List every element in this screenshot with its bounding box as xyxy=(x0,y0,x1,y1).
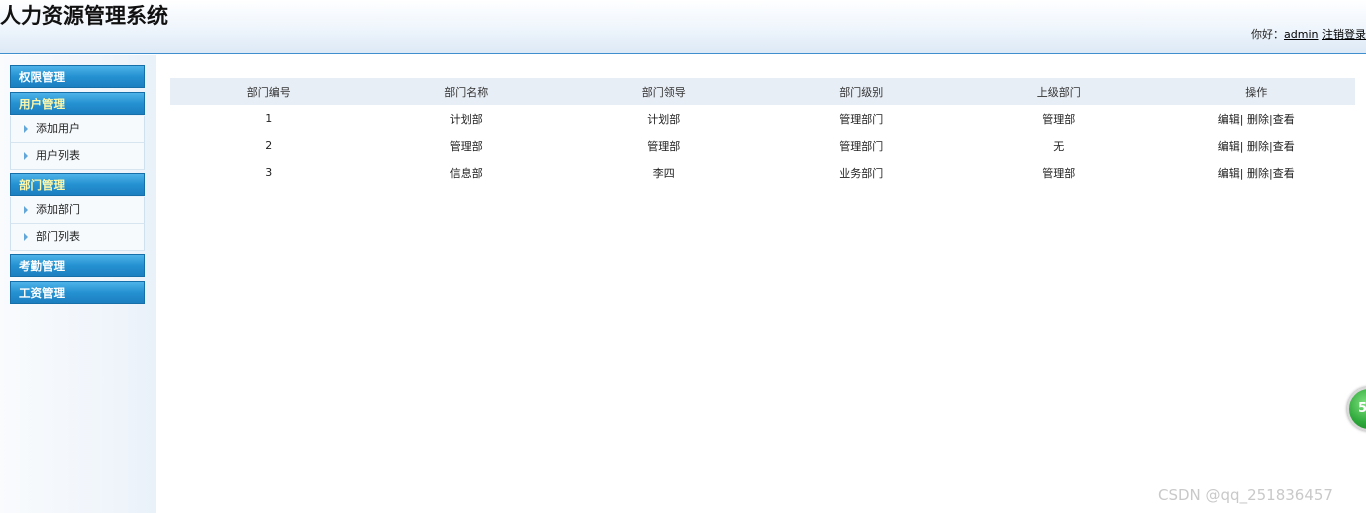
view-link[interactable]: 查看 xyxy=(1273,113,1295,126)
cell-parent: 管理部 xyxy=(1042,112,1076,126)
logout-link[interactable]: 注销登录 xyxy=(1322,28,1366,41)
view-link[interactable]: 查看 xyxy=(1273,140,1295,153)
cell-parent: 管理部 xyxy=(1042,166,1076,180)
menu-item-label: 部门列表 xyxy=(36,230,80,243)
delete-link[interactable]: 删除| xyxy=(1247,167,1273,180)
cell-leader: 管理部 xyxy=(647,139,681,153)
arrow-right-icon xyxy=(24,233,28,241)
cell-id: 3 xyxy=(265,166,273,179)
edit-link[interactable]: 编辑| xyxy=(1218,113,1244,126)
col-header-actions: 操作 xyxy=(1245,85,1268,99)
menu-item-department-list[interactable]: 部门列表 xyxy=(10,224,145,251)
table-header-row: 部门编号 部门名称 部门领导 部门级别 上级部门 操作 xyxy=(170,78,1355,105)
cell-name: 管理部 xyxy=(449,139,483,153)
col-header-name: 部门名称 xyxy=(444,85,489,99)
menu-group-attendance[interactable]: 考勤管理 xyxy=(10,254,145,277)
main-content: 部门编号 部门名称 部门领导 部门级别 上级部门 操作 1 计划部 计划部 管理… xyxy=(170,78,1355,186)
greeting-label: 你好： xyxy=(1251,28,1285,41)
menu-item-label: 添加部门 xyxy=(36,203,80,216)
table-row: 1 计划部 计划部 管理部门 管理部 编辑| 删除|查看 xyxy=(170,105,1355,132)
cell-level: 管理部门 xyxy=(839,112,884,126)
delete-link[interactable]: 删除| xyxy=(1247,113,1273,126)
cell-id: 2 xyxy=(265,139,273,152)
view-link[interactable]: 查看 xyxy=(1273,167,1295,180)
menu-item-user-list[interactable]: 用户列表 xyxy=(10,143,145,170)
watermark: CSDN @qq_251836457 xyxy=(1158,486,1333,504)
cell-leader: 计划部 xyxy=(647,112,681,126)
menu-item-label: 用户列表 xyxy=(36,149,80,162)
cell-id: 1 xyxy=(265,112,273,125)
menu-item-add-department[interactable]: 添加部门 xyxy=(10,197,145,224)
cell-parent: 无 xyxy=(1053,139,1065,153)
username-link[interactable]: admin xyxy=(1284,28,1318,41)
cell-leader: 李四 xyxy=(652,166,675,180)
department-table: 部门编号 部门名称 部门领导 部门级别 上级部门 操作 1 计划部 计划部 管理… xyxy=(170,78,1355,186)
cell-actions: 编辑| 删除|查看 xyxy=(1158,132,1356,159)
cell-name: 信息部 xyxy=(449,166,483,180)
app-title: 人力资源管理系统 xyxy=(0,4,168,28)
col-header-leader: 部门领导 xyxy=(641,85,686,99)
arrow-right-icon xyxy=(24,125,28,133)
cell-level: 业务部门 xyxy=(839,166,884,180)
menu-group-salary[interactable]: 工资管理 xyxy=(10,281,145,304)
col-header-parent: 上级部门 xyxy=(1036,85,1081,99)
cell-level: 管理部门 xyxy=(839,139,884,153)
menu-item-label: 添加用户 xyxy=(36,122,80,135)
delete-link[interactable]: 删除| xyxy=(1247,140,1273,153)
cell-name: 计划部 xyxy=(449,112,483,126)
cell-actions: 编辑| 删除|查看 xyxy=(1158,159,1356,186)
arrow-right-icon xyxy=(24,206,28,214)
table-row: 3 信息部 李四 业务部门 管理部 编辑| 删除|查看 xyxy=(170,159,1355,186)
header-bar: 人力资源管理系统 你好：admin 注销登录 xyxy=(0,0,1366,54)
menu-group-user[interactable]: 用户管理 xyxy=(10,92,145,115)
sidebar: 权限管理 用户管理 添加用户 用户列表 部门管理 添加部门 部门列表 考勤管理 … xyxy=(0,55,156,513)
menu-item-add-user[interactable]: 添加用户 xyxy=(10,116,145,143)
edit-link[interactable]: 编辑| xyxy=(1218,140,1244,153)
col-header-level: 部门级别 xyxy=(839,85,884,99)
menu-group-permission[interactable]: 权限管理 xyxy=(10,65,145,88)
table-row: 2 管理部 管理部 管理部门 无 编辑| 删除|查看 xyxy=(170,132,1355,159)
arrow-right-icon xyxy=(24,152,28,160)
col-header-id: 部门编号 xyxy=(246,85,291,99)
user-bar: 你好：admin 注销登录 xyxy=(1251,26,1366,42)
cell-actions: 编辑| 删除|查看 xyxy=(1158,105,1356,132)
edit-link[interactable]: 编辑| xyxy=(1218,167,1244,180)
menu-group-department[interactable]: 部门管理 xyxy=(10,173,145,196)
floating-badge-button[interactable]: 52 xyxy=(1347,387,1366,431)
